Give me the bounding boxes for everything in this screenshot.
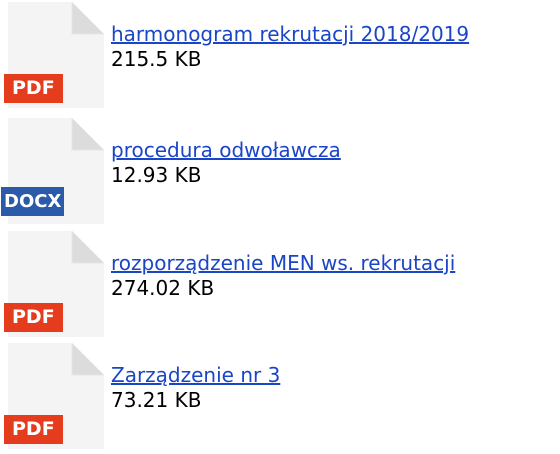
- file-size: 215.5 KB: [111, 47, 202, 71]
- attachment-item: PDF harmonogram rekrutacji 2018/2019 215…: [0, 0, 560, 110]
- attachment-item: PDF rozporządzenie MEN ws. rekrutacji 27…: [0, 229, 560, 339]
- file-type-badge: DOCX: [1, 187, 65, 216]
- file-size: 274.02 KB: [111, 276, 215, 300]
- file-size: 12.93 KB: [111, 163, 202, 187]
- attachment-item: PDF Zarządzenie nr 3 73.21 KB: [0, 341, 560, 451]
- file-link[interactable]: harmonogram rekrutacji 2018/2019: [111, 22, 469, 46]
- docx-file-icon[interactable]: DOCX: [0, 116, 110, 226]
- file-type-badge: PDF: [4, 303, 63, 332]
- file-link[interactable]: procedura odwoławcza: [111, 138, 341, 162]
- pdf-file-icon[interactable]: PDF: [0, 0, 110, 110]
- attachment-list: PDF harmonogram rekrutacji 2018/2019 215…: [0, 0, 560, 454]
- file-type-badge: PDF: [4, 74, 63, 103]
- pdf-file-icon[interactable]: PDF: [0, 341, 110, 451]
- file-link[interactable]: Zarządzenie nr 3: [111, 363, 280, 387]
- file-size: 73.21 KB: [111, 388, 202, 412]
- file-type-badge: PDF: [4, 415, 63, 444]
- attachment-item: DOCX procedura odwoławcza 12.93 KB: [0, 116, 560, 226]
- file-link[interactable]: rozporządzenie MEN ws. rekrutacji: [111, 251, 455, 275]
- pdf-file-icon[interactable]: PDF: [0, 229, 110, 339]
